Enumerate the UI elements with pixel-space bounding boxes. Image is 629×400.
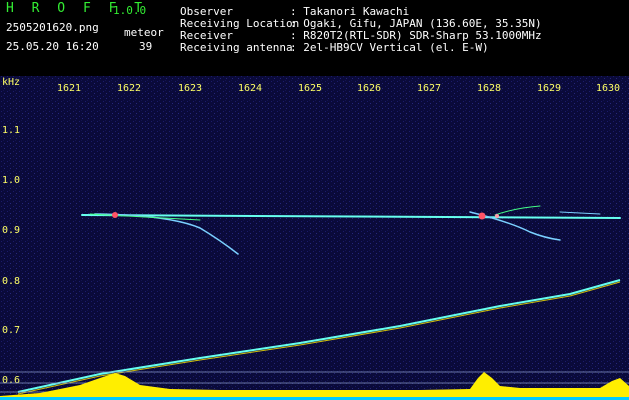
echo-hotspot	[478, 212, 486, 220]
x-tick-label: 1623	[178, 83, 202, 94]
spectrogram-background	[0, 76, 629, 400]
x-tick-label: 1621	[57, 83, 81, 94]
count-label: 39	[139, 40, 153, 53]
x-tick-label: 1626	[357, 83, 381, 94]
datetime-label: 25.05.20 16:20	[6, 40, 99, 53]
receiver-key: Receiver	[180, 29, 233, 42]
x-tick-label: 1627	[417, 83, 441, 94]
y-tick-label: 0.8	[2, 276, 20, 287]
x-tick-label: 1630	[596, 83, 620, 94]
spectrogram: kHz 1621 1622 1623 1624 1625 1626 1627 1…	[0, 76, 629, 400]
antenna-value: : 2el-HB9CV Vertical (el. E-W)	[290, 41, 489, 54]
receiver-value: : R820T2(RTL-SDR) SDR-Sharp 53.1000MHz	[290, 29, 542, 42]
y-tick-label: 0.7	[2, 325, 20, 336]
x-tick-label: 1625	[298, 83, 322, 94]
x-tick-label: 1624	[238, 83, 262, 94]
x-tick-label: 1628	[477, 83, 501, 94]
y-tick-label: 0.6	[2, 375, 20, 386]
mode-label: meteor	[124, 26, 164, 39]
header-panel: H R O F F T 1.0.0 2505201620.png meteor …	[0, 0, 629, 76]
echo-hotspot	[112, 212, 118, 218]
location-value: : Ogaki, Gifu, JAPAN (136.60E, 35.35N)	[290, 17, 542, 30]
filename-label: 2505201620.png	[6, 21, 99, 34]
y-tick-label: 0.9	[2, 225, 20, 236]
y-tick-label: 1.0	[2, 175, 20, 186]
x-tick-label: 1629	[537, 83, 561, 94]
location-key: Receiving Location	[180, 17, 300, 30]
observer-key: Observer	[180, 5, 233, 18]
echo-hotspot	[495, 214, 499, 218]
observer-value: : Takanori Kawachi	[290, 5, 410, 18]
y-unit-label: kHz	[2, 77, 20, 88]
antenna-key: Receiving antenna	[180, 41, 293, 54]
version-label: 1.0.0	[113, 4, 147, 17]
y-tick-label: 1.1	[2, 125, 20, 136]
x-tick-label: 1622	[117, 83, 141, 94]
